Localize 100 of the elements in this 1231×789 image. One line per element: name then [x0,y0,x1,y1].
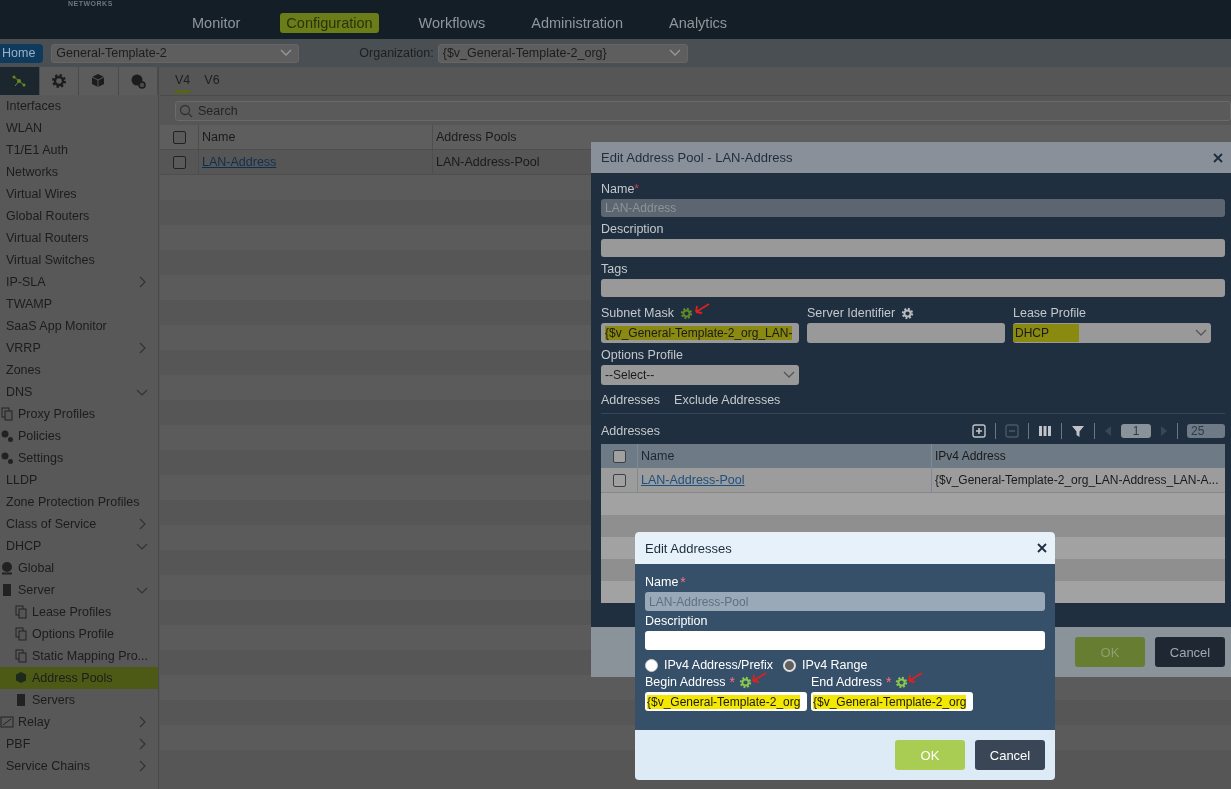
sidebar-item[interactable]: Proxy Profiles [0,403,158,425]
sidebar-item[interactable]: Lease Profiles [0,601,158,623]
section-tab[interactable]: Exclude Addresses [674,393,781,407]
remove-icon[interactable] [1005,424,1019,438]
filter-icon[interactable] [1071,424,1085,438]
page-size-field[interactable]: 25 [1187,424,1225,438]
version-tab[interactable]: V4 [175,69,191,93]
sidebar-item[interactable]: Service Chains [0,755,158,777]
server-icon [0,583,14,597]
gear-icon [50,73,67,89]
sidebar-item[interactable]: VRRP [0,337,158,359]
sidebar-item[interactable]: Global Routers [0,205,158,227]
field-label: Description [645,614,708,628]
gear-tab[interactable] [39,67,79,95]
version-tab[interactable]: V6 [204,69,220,93]
cube-icon [90,73,107,89]
sidebar-item[interactable]: Server [0,579,158,601]
sidebar-item[interactable]: WLAN [0,117,158,139]
cancel-button[interactable]: Cancel [1155,637,1225,667]
sidebar-item[interactable]: Settings [0,447,158,469]
sidebar-item[interactable]: Static Mapping Pro... [0,645,158,667]
sidebar-item[interactable]: Virtual Switches [0,249,158,271]
add-icon[interactable] [972,424,986,438]
network-icon [11,73,28,89]
sidebar-item[interactable]: Virtual Wires [0,183,158,205]
sidebar-item[interactable]: T1/E1 Auth [0,139,158,161]
text-field[interactable] [807,323,1005,343]
gears-icon [0,429,14,443]
template-select[interactable]: General-Template-2 [51,43,300,63]
sidebar-item[interactable]: Address Pools [0,667,158,689]
ok-button[interactable]: OK [1075,637,1145,667]
globe-tab[interactable] [118,67,158,95]
sidebar-item[interactable]: Zone Protection Profiles [0,491,158,513]
table-cell: {$v_General-Template-2_org_LAN-Address_LAN-A... [935,473,1219,487]
cube-tab[interactable] [79,67,119,95]
document-icon [14,627,28,641]
field-label: Tags [601,262,628,276]
field-label: Name [601,182,635,196]
field-label: Description [601,222,664,236]
description-field[interactable] [645,631,1045,650]
nav-tab[interactable]: Workflows [412,13,492,33]
text-field[interactable]: {$v_General-Template-2_org_LAN- [601,323,799,343]
select-all-checkbox[interactable] [612,449,626,463]
radio-option[interactable]: IPv4 Address/Prefix [645,658,774,672]
gear-icon[interactable] [739,675,753,689]
sidebar-item[interactable]: Interfaces [0,95,158,117]
page-field[interactable]: 1 [1121,424,1151,438]
radio-option[interactable]: IPv4 Range [783,658,868,672]
sidebar-item[interactable]: Class of Service [0,513,158,535]
options-profile-select[interactable]: --Select-- [601,365,799,385]
required-mark: * [885,674,892,690]
document-icon [14,649,28,663]
nav-tab[interactable]: Administration [525,13,630,33]
sidebar-item[interactable]: Zones [0,359,158,381]
sidebar-item[interactable]: Options Profile [0,623,158,645]
description-field[interactable] [601,239,1225,257]
sidebar-item[interactable]: PBF [0,733,158,755]
network-tab[interactable] [0,67,40,95]
ok-button[interactable]: OK [895,740,965,770]
sidebar-item[interactable]: IP-SLA [0,271,158,293]
lease-profile-select[interactable]: DHCP [1013,323,1211,343]
section-tab[interactable]: Addresses [601,393,661,407]
gear-icon[interactable] [901,306,915,320]
gear-icon[interactable] [679,306,693,320]
columns-icon[interactable] [1038,424,1052,438]
sidebar-item[interactable]: Relay [0,711,158,733]
sidebar-item[interactable]: DHCP [0,535,158,557]
name-field[interactable]: LAN-Address-Pool [645,592,1045,611]
sidebar-item[interactable]: SaaS App Monitor [0,315,158,337]
sidebar-item[interactable]: Global [0,557,158,579]
row-checkbox[interactable] [612,473,626,487]
globe-icon [0,561,14,575]
name-link[interactable]: LAN-Address [202,155,277,169]
sidebar-item[interactable]: DNS [0,381,158,403]
sidebar-item[interactable]: TWAMP [0,293,158,315]
close-icon[interactable] [1037,543,1047,553]
sidebar-item[interactable]: Policies [0,425,158,447]
tags-field[interactable] [601,279,1225,297]
nav-tab[interactable]: Monitor [186,13,247,33]
home-button[interactable]: Home [0,43,44,63]
gear-icon[interactable] [895,675,909,689]
cancel-button[interactable]: Cancel [975,740,1045,770]
field-label: End Address [811,675,882,689]
server-icon [14,693,28,707]
chevron-icon [668,49,681,57]
select-all-checkbox[interactable] [172,130,186,144]
address-field[interactable]: {$v_General-Template-2_org [811,692,973,711]
nav-tab[interactable]: Analytics [663,13,734,33]
sidebar-item[interactable]: LLDP [0,469,158,491]
field-label: Name [645,575,679,589]
sidebar-item[interactable]: Virtual Routers [0,227,158,249]
address-field[interactable]: {$v_General-Template-2_org [645,692,807,711]
chevron-icon [280,49,293,57]
organization-select[interactable]: {$v_General-Template-2_org} [437,43,688,63]
column-header[interactable]: Name [198,125,432,149]
nav-tab[interactable]: Configuration [280,13,379,33]
sidebar-item[interactable]: Servers [0,689,158,711]
row-checkbox[interactable] [172,155,186,169]
name-link[interactable]: LAN-Address-Pool [641,473,745,487]
sidebar-item[interactable]: Networks [0,161,158,183]
